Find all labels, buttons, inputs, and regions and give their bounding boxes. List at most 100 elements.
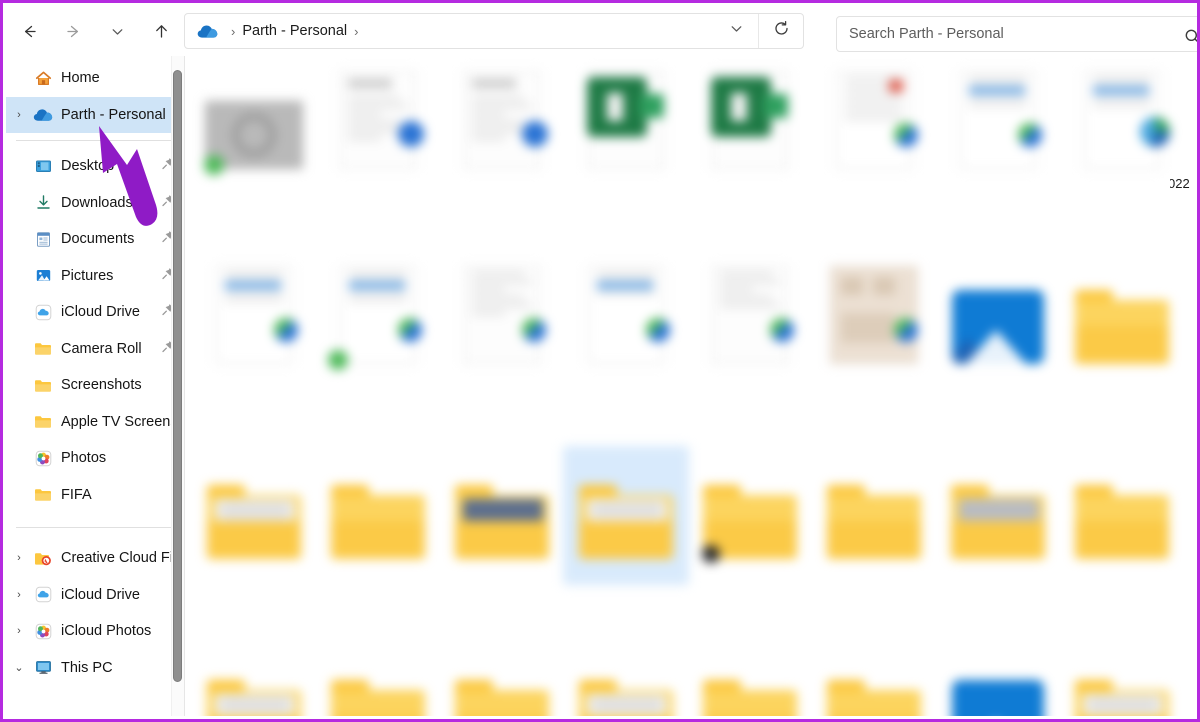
folder-item[interactable] [193,646,315,716]
file-item[interactable] [813,256,935,384]
sidebar-item-pictures[interactable]: Pictures [6,258,184,295]
arrow-left-icon [21,23,38,40]
file-item[interactable] [565,61,687,189]
folder-name [1064,565,1180,579]
sidebar-item-label: Creative Cloud Files [61,550,184,567]
sync-badge-icon [398,318,422,342]
icloud-icon [32,586,54,603]
sidebar-item-home[interactable]: Home [6,60,184,97]
folder-name [568,565,684,579]
file-item[interactable] [193,256,315,384]
folder-item[interactable] [565,646,687,716]
sidebar-item-photos[interactable]: Photos [6,440,184,477]
sync-badge-icon [204,155,224,175]
recent-locations-button[interactable] [100,14,134,48]
folder-thumbnail [450,650,554,716]
sync-badge-icon [894,123,918,147]
sidebar-item-documents[interactable]: Documents [6,221,184,258]
forward-button[interactable] [56,14,90,48]
sidebar-item-icloud-photos[interactable]: › iCloud Photos [6,613,184,650]
pictures-icon [32,267,54,284]
folder-thumbnail [450,455,554,559]
file-item[interactable] [937,61,1059,189]
folder-item[interactable] [1061,256,1183,384]
file-item[interactable] [689,256,811,384]
search-icon[interactable] [1184,28,1197,51]
file-item[interactable] [565,256,687,384]
chart-badge-icon [1140,117,1170,147]
sidebar-item-this-pc[interactable]: ⌄ This PC [6,650,184,687]
folder-item[interactable] [813,451,935,579]
sidebar-item-icloud-drive-root[interactable]: › iCloud Drive [6,577,184,614]
file-name [816,175,932,189]
spreadsheet-thumbnail [326,260,430,370]
sidebar-scrollbar-thumb[interactable] [173,70,182,682]
file-name [692,175,808,189]
sidebar-item-label: Camera Roll [61,340,142,357]
file-explorer-window: › Parth - Personal › Search Parth - Pers… [0,0,1200,722]
folder-item[interactable] [193,451,315,579]
file-item[interactable] [193,61,315,189]
folder-item[interactable] [317,646,439,716]
search-box[interactable]: Search Parth - Personal [836,16,1197,52]
navigation-pane[interactable]: Home › Parth - Personal Desktop Download… [6,56,184,716]
folder-item-selected[interactable] [563,446,689,585]
chevron-right-icon[interactable]: › [6,589,32,601]
file-item[interactable] [937,256,1059,384]
folder-item[interactable] [689,646,811,716]
folder-item[interactable] [813,646,935,716]
folder-item[interactable] [317,451,439,579]
chevron-right-icon[interactable]: › [6,625,32,637]
sidebar-item-label: Pictures [61,267,114,284]
sync-badge-icon [646,318,670,342]
back-button[interactable] [12,14,46,48]
breadcrumb-current[interactable]: Parth - Personal [242,23,347,39]
folder-item[interactable] [937,451,1059,579]
file-name [816,370,932,384]
file-item[interactable] [317,256,439,384]
sidebar-item-icloud-drive[interactable]: iCloud Drive [6,294,184,331]
sidebar-item-screenshots[interactable]: Screenshots [6,367,184,404]
folder-icon [825,485,923,559]
file-item[interactable] [689,61,811,189]
file-list-pane[interactable]: 022 [185,56,1194,716]
onedrive-cloud-icon [197,24,218,39]
folder-icon [32,414,54,429]
chevron-right-icon[interactable]: › [6,109,32,121]
sidebar-item-creative-cloud-files[interactable]: › Creative Cloud Files [6,540,184,577]
file-item[interactable] [1061,61,1183,189]
word-app-icon [587,77,664,137]
spreadsheet-thumbnail [202,260,306,364]
sidebar-item-desktop[interactable]: Desktop [6,148,184,185]
folder-item[interactable] [441,451,563,579]
chevron-down-icon[interactable]: ⌄ [6,661,32,674]
folder-item[interactable] [441,646,563,716]
file-item[interactable] [813,61,935,189]
address-dropdown-button[interactable] [714,14,758,48]
sidebar-item-fifa[interactable]: FIFA [6,477,184,514]
folder-thumbnail [326,455,430,559]
address-bar[interactable]: › Parth - Personal › [184,13,804,49]
sidebar-item-downloads[interactable]: Downloads [6,185,184,222]
home-icon [32,70,54,87]
up-button[interactable] [144,14,178,48]
refresh-button[interactable] [759,14,803,48]
file-name [568,370,684,384]
file-item[interactable] [441,256,563,384]
folder-item[interactable] [1061,646,1183,716]
folder-thumbnail [202,650,306,716]
folder-item[interactable] [937,646,1059,716]
folder-item[interactable] [689,451,811,579]
file-item[interactable] [317,61,439,189]
search-input-placeholder[interactable]: Search Parth - Personal [837,26,1004,42]
sidebar-scrollbar-track[interactable] [171,56,184,716]
folder-thumbnail [326,650,430,716]
chevron-right-icon[interactable]: › [6,552,32,564]
sidebar-item-camera-roll[interactable]: Camera Roll [6,331,184,368]
breadcrumb-separator-trailing[interactable]: › [354,25,358,38]
sidebar-item-parth-personal[interactable]: › Parth - Personal [6,96,184,133]
folder-item[interactable] [1061,451,1183,579]
sidebar-item-apple-tv-screenshots[interactable]: Apple TV Screenshots [6,404,184,441]
file-name [940,175,1056,189]
file-item[interactable] [441,61,563,189]
